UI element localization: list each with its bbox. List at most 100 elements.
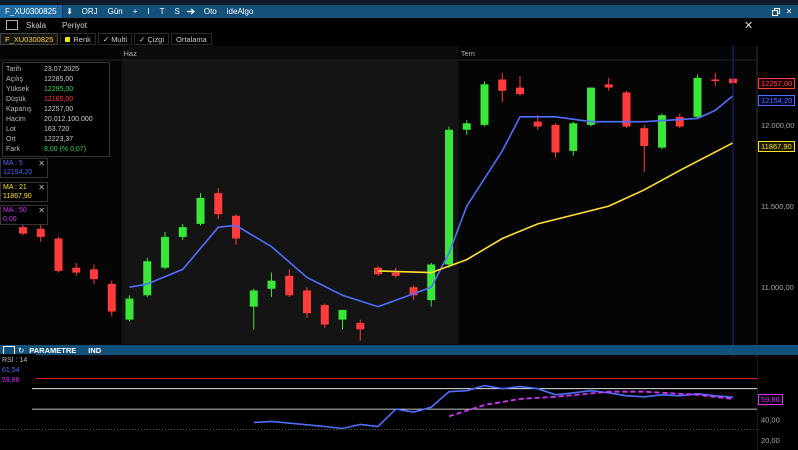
candle-body	[249, 290, 258, 307]
ma21-box: MA : 21 ✕ 11867,90	[0, 182, 48, 202]
symbol-chip[interactable]: F_XU0300825	[0, 33, 59, 45]
ma50-value: 0,00	[3, 216, 17, 223]
candle-body	[356, 322, 365, 330]
candle-body	[338, 309, 347, 320]
candle-body	[125, 298, 134, 320]
candle-body	[143, 261, 152, 296]
candle-body	[161, 236, 169, 268]
rsi-period-label: RSI : 14	[2, 356, 28, 364]
price-tick-label: 11.000,00	[761, 283, 794, 292]
candle-body	[480, 84, 489, 125]
info-row: Tarih 23.07.2025	[6, 64, 106, 74]
multi-option-label: Multi	[111, 34, 128, 44]
info-value: 163.720	[44, 126, 70, 134]
add-button[interactable]: +	[128, 5, 143, 18]
period-shade-band	[121, 60, 459, 344]
auto-button[interactable]: Oto	[199, 5, 222, 18]
info-row: Hacim 20.012.100.000	[6, 114, 106, 124]
candle-body	[391, 272, 400, 276]
toolbar-symbol-text: F_XU0300825	[5, 7, 57, 16]
info-value: 20.012.100.000	[44, 116, 93, 124]
ma5-price-label: 12154,20	[758, 94, 796, 106]
candle-body	[498, 79, 507, 91]
candle-body	[569, 123, 578, 151]
candle-body	[36, 228, 45, 237]
info-label: Fark	[6, 146, 20, 154]
candle-body	[107, 283, 116, 312]
close-icon[interactable]: ✕	[38, 183, 45, 192]
close-chart-icon[interactable]: ✕	[744, 19, 753, 32]
candle-body	[72, 267, 81, 273]
ind-label[interactable]: IND	[88, 346, 101, 355]
ma21-price-label: 11867,90	[758, 141, 795, 153]
menu-item-scale[interactable]: Skala	[18, 21, 54, 30]
multi-option[interactable]: ✓ Multi	[97, 33, 133, 45]
parameter-bar: ↻ PARAMETRE IND	[0, 345, 798, 355]
candle-body	[267, 280, 276, 289]
toolbar-symbol-tab[interactable]: F_XU0300825	[0, 5, 63, 18]
color-option-label: Renk	[73, 34, 91, 44]
candle-body	[675, 116, 684, 127]
info-row: Fark 8,00 (% 0,07)	[6, 145, 106, 155]
info-label: Lot	[6, 126, 16, 134]
menu-item-period[interactable]: Periyot	[54, 21, 95, 30]
period-day-button[interactable]: Gün	[103, 5, 128, 18]
i-button[interactable]: I	[142, 5, 154, 18]
rsi-tick-label: 20,00	[761, 436, 780, 445]
ma5-label: MA : 5	[3, 160, 23, 167]
candle-body	[285, 275, 294, 296]
ma50-label: MA : 50	[3, 207, 27, 214]
rsi-background	[0, 357, 757, 450]
color-option[interactable]: Renk	[60, 33, 96, 45]
check-icon: ✓	[102, 34, 110, 44]
idealgo-button[interactable]: ideAlgo	[222, 5, 259, 18]
parameter-label[interactable]: PARAMETRE	[29, 346, 76, 355]
candle-body	[551, 124, 560, 153]
info-value: 12223,37	[44, 136, 74, 144]
chart-settings-icon[interactable]	[6, 20, 18, 30]
info-label: Ort	[6, 136, 16, 144]
average-option[interactable]: Ortalama	[171, 33, 212, 45]
candle-body	[178, 227, 187, 237]
symbol-options-bar: F_XU0300825 Renk ✓ Multi ✓ Çizgi Ortalam…	[0, 32, 798, 46]
candle-body	[320, 305, 329, 325]
s-button[interactable]: S	[170, 5, 185, 18]
restore-icon[interactable]	[769, 5, 783, 18]
rsi-value: 59,86	[2, 376, 20, 384]
candle-body	[604, 84, 613, 88]
candle-body	[533, 121, 542, 127]
download-icon[interactable]: ⬇	[63, 5, 77, 18]
rsi-tick-label: 40,00	[761, 415, 780, 424]
line-option[interactable]: ✓ Çizgi	[134, 33, 169, 45]
close-icon[interactable]: ✕	[38, 159, 45, 168]
info-value: 12257,00	[44, 105, 74, 113]
ma5-box: MA : 5 ✕ 12154,20	[0, 158, 48, 178]
arrow-right-icon	[187, 8, 196, 15]
t-button[interactable]: T	[155, 5, 170, 18]
info-value: 12165,00	[44, 95, 74, 103]
ohlc-info-panel: Tarih 23.07.2025 Açılış 12285,00 Yüksek 12295…	[2, 62, 110, 157]
candle-body	[196, 197, 205, 224]
info-value: 23.07.2025	[44, 65, 80, 73]
price-chart[interactable]: Haz Tem 11.000,00 11.500,00 12.000,00 40,00 20…	[0, 46, 798, 450]
link-icon[interactable]	[185, 5, 199, 18]
price-tick-label: 11.500,00	[761, 202, 794, 211]
info-row: Yüksek 12295,00	[6, 84, 106, 94]
close-icon[interactable]: ✕	[38, 206, 45, 215]
info-value: 12295,00	[44, 85, 74, 93]
average-option-label: Ortalama	[176, 34, 207, 44]
rsi-value-label: 59,86	[758, 394, 783, 406]
date-tick-label: Haz	[124, 49, 138, 58]
orj-button[interactable]: ORJ	[77, 5, 103, 18]
close-icon[interactable]: ✕	[782, 5, 796, 18]
info-label: Kapanış	[6, 105, 32, 113]
last-price-label: 12257,00	[758, 78, 796, 90]
info-row: Lot 163.720	[6, 125, 106, 135]
period-header-band	[121, 46, 459, 60]
menu-bar: Skala Periyot ✕	[0, 18, 798, 32]
info-row: Kapanış 12257,00	[6, 104, 106, 114]
info-label: Açılış	[6, 75, 24, 83]
info-row: Açılış 12285,00	[6, 74, 106, 84]
info-label: Düşük	[6, 95, 26, 103]
symbol-chip-text: F_XU0300825	[5, 34, 54, 44]
